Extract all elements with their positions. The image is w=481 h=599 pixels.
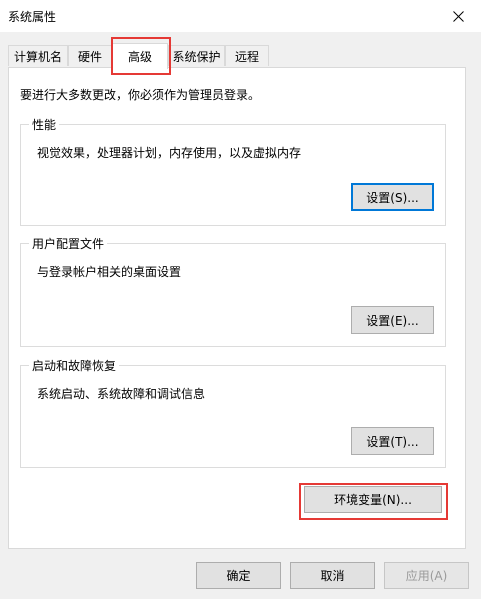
tab-label: 系统保护 xyxy=(172,49,221,64)
user-profiles-settings-button[interactable]: 设置(E)... xyxy=(351,306,434,334)
window-title: 系统属性 xyxy=(8,10,57,24)
tab-label: 硬件 xyxy=(77,49,102,64)
ok-button[interactable]: 确定 xyxy=(196,562,281,589)
tab-remote[interactable]: 远程 xyxy=(225,45,269,66)
user-profiles-group: 用户配置文件 与登录帐户相关的桌面设置 设置(E)... xyxy=(20,235,446,347)
tab-label: 高级 xyxy=(127,50,152,64)
admin-notice: 要进行大多数更改，你必须作为管理员登录。 xyxy=(20,88,261,102)
user-profiles-title: 用户配置文件 xyxy=(29,235,108,252)
tab-system-protection[interactable]: 系统保护 xyxy=(168,45,225,66)
performance-group: 性能 视觉效果，处理器计划，内存使用，以及虚拟内存 设置(S)... xyxy=(20,116,446,226)
tab-hardware[interactable]: 硬件 xyxy=(68,45,112,66)
performance-settings-button[interactable]: 设置(S)... xyxy=(351,183,434,211)
close-icon xyxy=(452,10,464,22)
startup-recovery-group: 启动和故障恢复 系统启动、系统故障和调试信息 设置(T)... xyxy=(20,357,446,468)
startup-recovery-settings-button[interactable]: 设置(T)... xyxy=(351,427,434,455)
startup-recovery-desc: 系统启动、系统故障和调试信息 xyxy=(37,387,206,401)
tab-computer-name[interactable]: 计算机名 xyxy=(8,45,68,66)
environment-variables-button[interactable]: 环境变量(N)... xyxy=(304,486,442,513)
tab-advanced[interactable]: 高级 xyxy=(112,43,168,69)
startup-recovery-title: 启动和故障恢复 xyxy=(29,357,120,374)
tab-label: 远程 xyxy=(234,49,259,64)
apply-button[interactable]: 应用(A) xyxy=(384,562,469,589)
performance-title: 性能 xyxy=(29,116,60,133)
user-profiles-desc: 与登录帐户相关的桌面设置 xyxy=(37,265,182,279)
title-bar: 系统属性 xyxy=(0,0,481,32)
performance-desc: 视觉效果，处理器计划，内存使用，以及虚拟内存 xyxy=(37,146,302,160)
close-button[interactable] xyxy=(435,0,481,32)
cancel-button[interactable]: 取消 xyxy=(290,562,375,589)
tab-label: 计算机名 xyxy=(13,49,62,64)
